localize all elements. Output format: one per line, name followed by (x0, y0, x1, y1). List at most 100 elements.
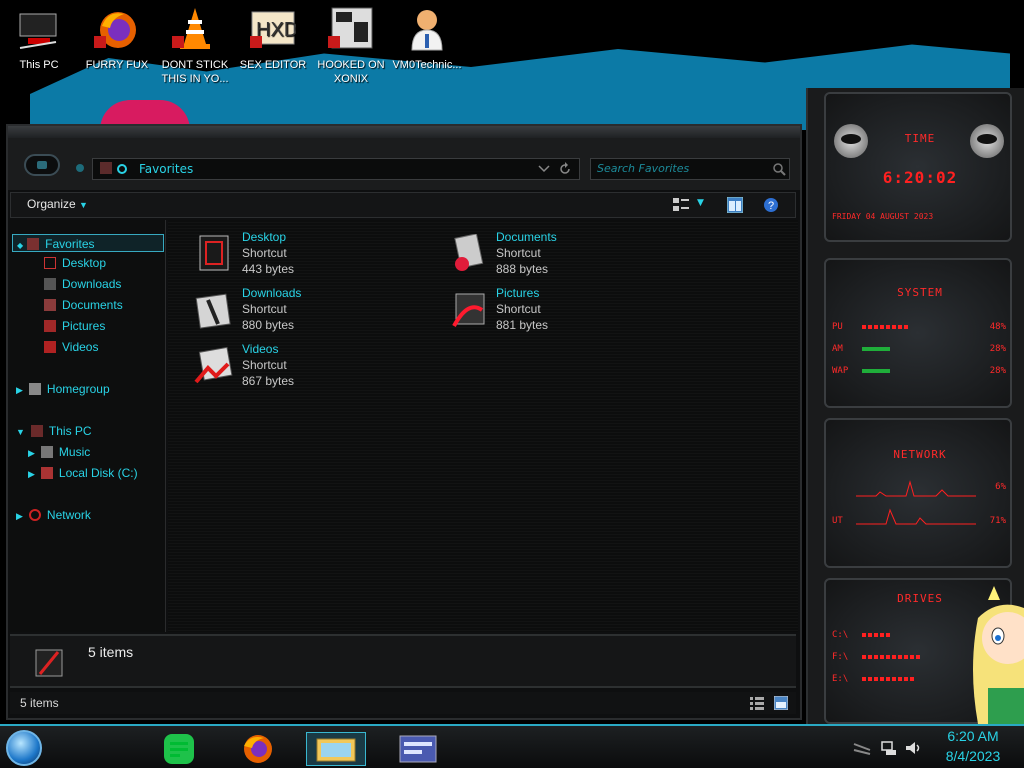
row-pct: 48% (989, 322, 1006, 332)
music-folder-icon (40, 446, 53, 458)
downloads-shortcut-icon (195, 293, 231, 329)
ram-usage-bar (862, 347, 890, 351)
row-label: UT (832, 516, 843, 526)
svg-text:?: ? (768, 200, 774, 212)
desktop-icon-hooked-on-xonix[interactable]: HOOKED ON XONIX (312, 6, 390, 86)
nav-item-music[interactable]: ▶ Music (28, 443, 90, 461)
expand-arrow-icon[interactable]: ▶ (28, 469, 35, 479)
documents-shortcut-icon (454, 234, 484, 271)
taskbar-app-explorer[interactable] (306, 732, 366, 766)
preview-pane-icon[interactable] (727, 197, 743, 213)
large-icons-view-icon[interactable] (774, 696, 788, 710)
file-size: 443 bytes (242, 262, 295, 276)
row-pct: 28% (989, 366, 1006, 376)
start-button[interactable] (6, 730, 42, 766)
nav-label: Homegroup (46, 382, 110, 396)
volume-icon[interactable] (904, 740, 922, 756)
nav-item-network[interactable]: ▶ Network (16, 506, 91, 524)
details-item-count: 5 items (88, 644, 134, 660)
system-row-ram: AM 28% (832, 344, 1008, 354)
details-view-icon[interactable] (750, 696, 764, 710)
help-icon[interactable]: ? (763, 197, 779, 213)
nav-item-pictures[interactable]: Pictures (44, 317, 105, 335)
nav-item-documents[interactable]: Documents (44, 296, 123, 314)
network-row-out: UT 71% (832, 516, 1008, 526)
row-label: AM (832, 344, 843, 354)
expand-arrow-icon[interactable]: ▶ (16, 511, 23, 521)
taskbar-app-control-panel[interactable] (388, 732, 448, 766)
file-name: Videos (242, 342, 279, 356)
expand-arrow-icon[interactable]: ▶ (16, 385, 23, 395)
file-type: Shortcut (496, 246, 541, 260)
show-hidden-icons-icon[interactable] (852, 740, 872, 756)
cpu-usage-bar (862, 325, 910, 329)
vlc-cone-icon (172, 6, 218, 52)
nav-item-desktop[interactable]: Desktop (44, 254, 106, 272)
row-label: PU (832, 322, 843, 332)
search-input[interactable]: Search Favorites (590, 158, 790, 180)
hard-drive-icon (40, 467, 53, 479)
file-type: Shortcut (496, 302, 541, 316)
nav-item-this-pc[interactable]: ▼ This PC (16, 422, 92, 440)
expand-arrow-icon[interactable]: ◆ (17, 241, 23, 250)
nav-item-videos[interactable]: Videos (44, 338, 98, 356)
file-type: Shortcut (242, 358, 287, 372)
taskbar-app-firefox[interactable] (228, 732, 288, 766)
row-pct: 6% (995, 482, 1006, 492)
file-item-pictures[interactable]: Pictures Shortcut 881 bytes (448, 286, 668, 340)
file-item-documents[interactable]: Documents Shortcut 888 bytes (448, 230, 668, 284)
cartoon-character-illustration (973, 586, 1024, 724)
homegroup-icon (28, 383, 41, 395)
row-label: WAP (832, 366, 849, 376)
network-tray-icon[interactable] (880, 740, 898, 756)
time-gadget[interactable]: TIME 6:20:02 FRIDAY 04 AUGUST 2023 (824, 92, 1012, 242)
desktop-icon-label: DONT STICK THIS IN YO... (161, 59, 229, 85)
file-size: 888 bytes (496, 262, 549, 276)
refresh-icon[interactable] (558, 162, 572, 176)
nav-item-downloads[interactable]: Downloads (44, 275, 121, 293)
nav-item-favorites[interactable]: ◆ Favorites (12, 234, 164, 252)
clock-time[interactable]: 6:20 AM (930, 728, 1016, 744)
gadget-title: SYSTEM (897, 286, 943, 299)
command-bar: Organize ▼ ▼ ? (10, 192, 796, 218)
back-forward-button[interactable] (24, 154, 60, 176)
chevron-down-icon[interactable] (538, 164, 550, 174)
window-titlebar[interactable] (8, 126, 800, 138)
organize-button[interactable]: Organize ▼ (27, 197, 88, 211)
nav-item-homegroup[interactable]: ▶ Homegroup (16, 380, 110, 398)
desktop-icon-furry-fux[interactable]: FURRY FUX (78, 6, 156, 72)
collapse-arrow-icon[interactable]: ▼ (16, 427, 25, 437)
drive-usage-bar (862, 655, 922, 659)
taskbar-app-notes[interactable] (150, 732, 210, 766)
desktop-icon-vm0technic[interactable]: VM0Technic... (388, 6, 466, 72)
clock-date[interactable]: 8/4/2023 (930, 748, 1016, 764)
address-field[interactable]: Favorites (92, 158, 580, 180)
file-item-videos[interactable]: Videos Shortcut 867 bytes (194, 342, 414, 396)
gadget-time: 6:20:02 (882, 168, 958, 187)
system-gadget[interactable]: SYSTEM PU 48% AM 28% WAP 28% (824, 258, 1012, 408)
desktop-icon-sex-editor[interactable]: HXD SEX EDITOR (234, 6, 312, 72)
desktop-icon-this-pc[interactable]: This PC (0, 6, 78, 72)
network-in-graph (856, 480, 976, 497)
desktop-icon-dont-stick[interactable]: DONT STICK THIS IN YO... (156, 6, 234, 86)
firefox-icon (244, 735, 272, 763)
file-size: 880 bytes (242, 318, 295, 332)
network-gadget[interactable]: NETWORK 6% UT 71% (824, 418, 1012, 568)
desktop-shortcut-icon (199, 235, 229, 271)
row-label: E:\ (832, 674, 849, 684)
chevron-down-icon[interactable]: ▼ (697, 198, 704, 208)
videos-shortcut-icon (194, 346, 233, 384)
search-icon[interactable] (772, 162, 786, 176)
nav-label: Documents (62, 298, 123, 312)
file-item-downloads[interactable]: Downloads Shortcut 880 bytes (194, 286, 414, 340)
nav-label: Pictures (62, 319, 106, 333)
expand-arrow-icon[interactable]: ▶ (28, 448, 35, 458)
nav-item-local-disk[interactable]: ▶ Local Disk (C:) (28, 464, 138, 482)
file-name: Pictures (496, 286, 540, 300)
file-name: Downloads (242, 286, 302, 300)
view-options-icon[interactable] (673, 198, 689, 212)
search-placeholder: Search Favorites (597, 162, 690, 175)
row-pct: 71% (989, 516, 1006, 526)
file-item-desktop[interactable]: Desktop Shortcut 443 bytes (194, 230, 414, 284)
history-dot-icon[interactable] (76, 164, 84, 172)
